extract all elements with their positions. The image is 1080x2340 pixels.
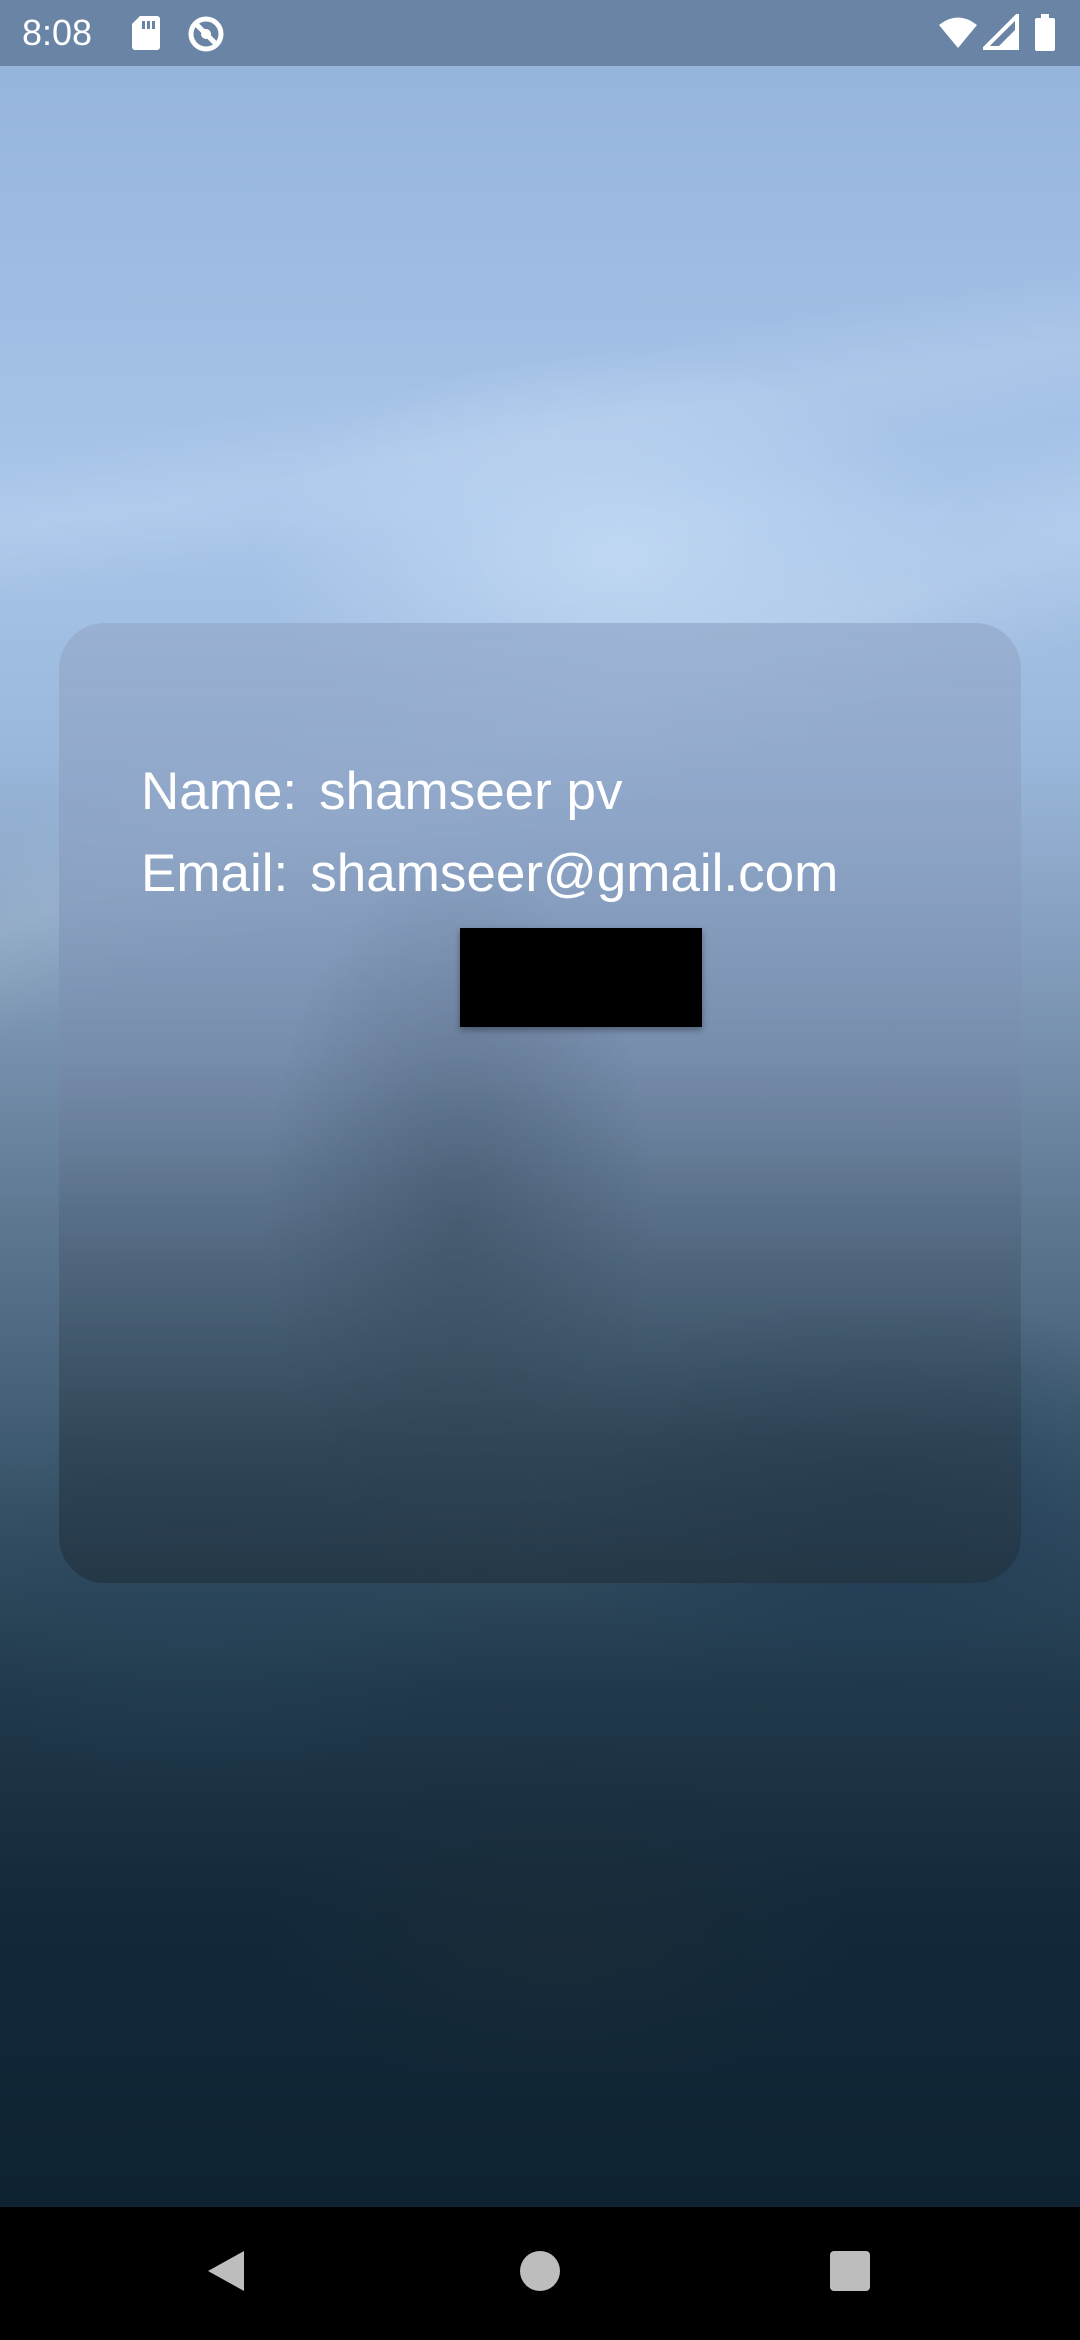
- home-button[interactable]: [470, 2207, 610, 2340]
- email-row: Email: shamseer@gmail.com: [141, 840, 838, 906]
- navigation-bar: [0, 2207, 1080, 2340]
- status-time: 8:08: [22, 12, 93, 53]
- recents-button[interactable]: [780, 2207, 920, 2340]
- black-action-button[interactable]: [460, 928, 702, 1027]
- email-label: Email:: [141, 843, 289, 903]
- battery-icon: [1034, 14, 1056, 52]
- name-row: Name: shamseer pv: [141, 758, 623, 824]
- status-bar: 8:08: [0, 0, 1080, 66]
- glass-profile-card: Name: shamseer pv Email: shamseer@gmail.…: [59, 623, 1021, 1583]
- back-icon: [204, 2248, 248, 2299]
- name-label: Name:: [141, 761, 298, 821]
- sd-card-icon: [131, 14, 161, 52]
- recents-icon: [828, 2249, 872, 2298]
- email-value: shamseer@gmail.com: [310, 843, 839, 903]
- cell-signal-icon: [983, 14, 1019, 52]
- wifi-icon: [938, 14, 978, 52]
- home-icon: [518, 2249, 562, 2298]
- back-button[interactable]: [156, 2207, 296, 2340]
- name-value: shamseer pv: [319, 761, 623, 821]
- data-saver-icon: [186, 14, 226, 52]
